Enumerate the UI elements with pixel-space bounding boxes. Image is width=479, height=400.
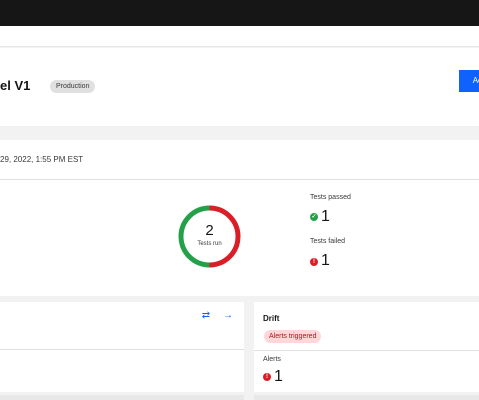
card-divider (254, 350, 479, 351)
next-card-edge (0, 395, 244, 400)
card-divider (0, 179, 479, 180)
run-timestamp: 29, 2022, 1:55 PM EST (0, 155, 84, 164)
error-icon: ! (310, 258, 318, 266)
tests-run-label: Tests run (197, 241, 222, 247)
actions-button[interactable]: Act (459, 70, 479, 92)
checkmark-icon: ✓ (310, 213, 318, 221)
alerts-count: 1 (274, 368, 283, 385)
environment-badge: Production (50, 80, 96, 93)
next-card-edge (254, 395, 479, 400)
swap-icon[interactable]: ⇄ (200, 310, 212, 322)
drift-card (254, 302, 479, 392)
drift-title: Drift (263, 314, 280, 323)
tests-passed-label: Tests passed (310, 194, 351, 201)
alerts-label: Alerts (263, 356, 281, 363)
card-divider (0, 349, 244, 350)
alerts-triggered-tag: Alerts triggered (264, 330, 322, 343)
error-icon: ! (263, 373, 271, 381)
page-title: el V1 (0, 78, 31, 93)
tests-failed-count: 1 (321, 252, 330, 269)
top-navigation-bar (0, 0, 479, 26)
tests-passed-count: 1 (321, 208, 330, 225)
tests-run-count: 2 (205, 222, 214, 239)
sub-navigation-bar (0, 26, 479, 47)
tests-failed-label: Tests failed (310, 238, 346, 245)
arrow-right-icon[interactable]: → (222, 310, 234, 322)
